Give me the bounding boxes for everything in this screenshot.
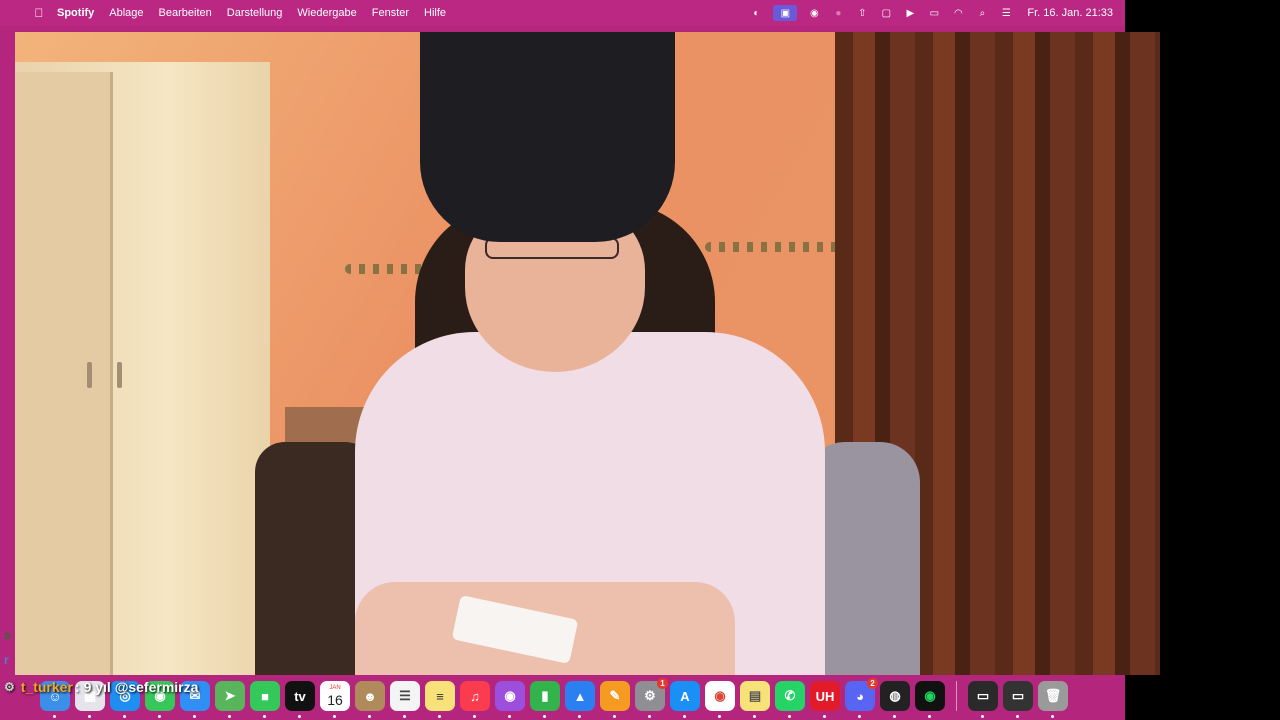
maps-icon[interactable]: ➤	[215, 681, 245, 718]
running-indicator	[438, 715, 441, 718]
video-person-cap	[420, 32, 675, 242]
dock-separator	[956, 681, 957, 711]
running-indicator	[648, 715, 651, 718]
running-indicator	[893, 715, 896, 718]
whatsapp-icon[interactable]: ✆	[775, 681, 805, 718]
running-indicator	[88, 715, 91, 718]
notification-badge: 1	[657, 678, 668, 689]
running-indicator	[403, 715, 406, 718]
eye-icon[interactable]: ◉	[807, 6, 821, 20]
contacts-icon[interactable]: ☻	[355, 681, 385, 718]
numbers-icon[interactable]: ▮	[530, 681, 560, 718]
music-icon[interactable]: ♫	[460, 681, 490, 718]
running-indicator	[508, 715, 511, 718]
control-center-icon[interactable]: ☰	[999, 6, 1013, 20]
menu-ablage[interactable]: Ablage	[109, 7, 143, 19]
calendar-day: 16	[327, 691, 343, 708]
menu-darstellung[interactable]: Darstellung	[227, 7, 283, 19]
window-icon[interactable]: ▢	[879, 6, 893, 20]
dock: ☺ ▦ ◎ ◉ ✉ ➤ ■ tv JAN 16 ☻ ☰ ≡ ♫ ◉ ▮ ▲ ✎ ⚙ 1 A ◉ ▤ ✆ UH ◕ 2 ◍ ◉ ▭ ▭ 🗑	[40, 675, 1100, 718]
menu-app-name[interactable]: Spotify	[57, 7, 94, 19]
play-icon[interactable]: ▶	[903, 6, 917, 20]
menu-fenster[interactable]: Fenster	[372, 7, 409, 19]
video-wardrobe-seam	[110, 72, 113, 675]
menu-bearbeiten[interactable]: Bearbeiten	[159, 7, 212, 19]
chat-message: 9 yıl @sefermirza	[83, 679, 199, 695]
appletv-icon[interactable]: tv	[285, 681, 315, 718]
spotify-icon[interactable]: ◉	[915, 681, 945, 718]
menu-wiedergabe[interactable]: Wiedergabe	[297, 7, 356, 19]
apple-menu-icon[interactable]: 	[31, 6, 47, 20]
running-indicator	[823, 715, 826, 718]
pages-icon[interactable]: ✎	[600, 681, 630, 718]
discord-icon[interactable]: ◕ 2	[845, 678, 878, 718]
running-indicator	[53, 715, 56, 718]
recent-window-2-icon[interactable]: ▭	[1003, 681, 1033, 718]
running-indicator	[263, 715, 266, 718]
video-ivy-decoration	[705, 242, 845, 252]
running-indicator	[473, 715, 476, 718]
running-indicator	[543, 715, 546, 718]
system-settings-icon[interactable]: ⚙ 1	[635, 678, 668, 718]
running-indicator	[928, 715, 931, 718]
running-indicator	[753, 715, 756, 718]
running-indicator	[333, 715, 336, 718]
trash-icon[interactable]: 🗑	[1038, 681, 1068, 718]
running-indicator	[613, 715, 616, 718]
chat-fragment: r	[4, 653, 9, 667]
calendar-icon[interactable]: JAN 16	[320, 681, 350, 718]
running-indicator	[788, 715, 791, 718]
chat-overlay-message: ⚙ t_turker : 9 yıl @sefermirza	[4, 678, 198, 696]
chrome-icon[interactable]: ◉	[705, 681, 735, 718]
battery-icon[interactable]: ▭	[927, 6, 941, 20]
chat-fragment: s	[4, 628, 11, 642]
creative-cloud-icon[interactable]: ◐	[749, 6, 763, 20]
video-wardrobe-handle	[117, 362, 122, 388]
facetime-icon[interactable]: ■	[250, 681, 280, 718]
search-icon[interactable]: ⌕	[975, 6, 989, 20]
keynote-icon[interactable]: ▲	[565, 681, 595, 718]
moderator-badge-icon: ⚙	[4, 680, 15, 694]
video-wardrobe-handle	[87, 362, 92, 388]
calendar-month: JAN	[329, 684, 341, 691]
running-indicator	[578, 715, 581, 718]
screen-share-icon[interactable]: ▣	[773, 5, 798, 21]
running-indicator	[683, 715, 686, 718]
menubar:  Spotify Ablage Bearbeiten Darstellung …	[0, 0, 1125, 26]
obs-icon[interactable]: ◍	[880, 681, 910, 718]
running-indicator	[228, 715, 231, 718]
podcasts-icon[interactable]: ◉	[495, 681, 525, 718]
chat-username: t_turker	[20, 679, 73, 695]
video-wardrobe-door	[15, 72, 110, 675]
record-icon[interactable]: ●	[831, 6, 845, 20]
airplay-icon[interactable]: ⇧	[855, 6, 869, 20]
running-indicator	[298, 715, 301, 718]
running-indicator	[158, 715, 161, 718]
running-indicator	[858, 715, 861, 718]
wifi-icon[interactable]: ◠	[951, 6, 965, 20]
running-indicator	[1051, 715, 1054, 718]
notes-icon[interactable]: ≡	[425, 681, 455, 718]
running-indicator	[368, 715, 371, 718]
uhh-app-icon[interactable]: UH	[810, 681, 840, 718]
menu-hilfe[interactable]: Hilfe	[424, 7, 446, 19]
app-store-icon[interactable]: A	[670, 681, 700, 718]
chat-separator: :	[74, 679, 80, 695]
running-indicator	[193, 715, 196, 718]
running-indicator	[123, 715, 126, 718]
running-indicator	[981, 715, 984, 718]
reminders-icon[interactable]: ☰	[390, 681, 420, 718]
running-indicator	[718, 715, 721, 718]
notification-badge: 2	[867, 678, 878, 689]
webcam-video	[15, 32, 1160, 675]
running-indicator	[1016, 715, 1019, 718]
status-area: ◐ ▣ ◉ ● ⇧ ▢ ▶ ▭ ◠ ⌕ ☰ Fr. 16. Jan. 21:33	[749, 0, 1113, 26]
stickies-icon[interactable]: ▤	[740, 681, 770, 718]
menubar-clock[interactable]: Fr. 16. Jan. 21:33	[1027, 7, 1113, 19]
recent-window-1-icon[interactable]: ▭	[968, 681, 998, 718]
